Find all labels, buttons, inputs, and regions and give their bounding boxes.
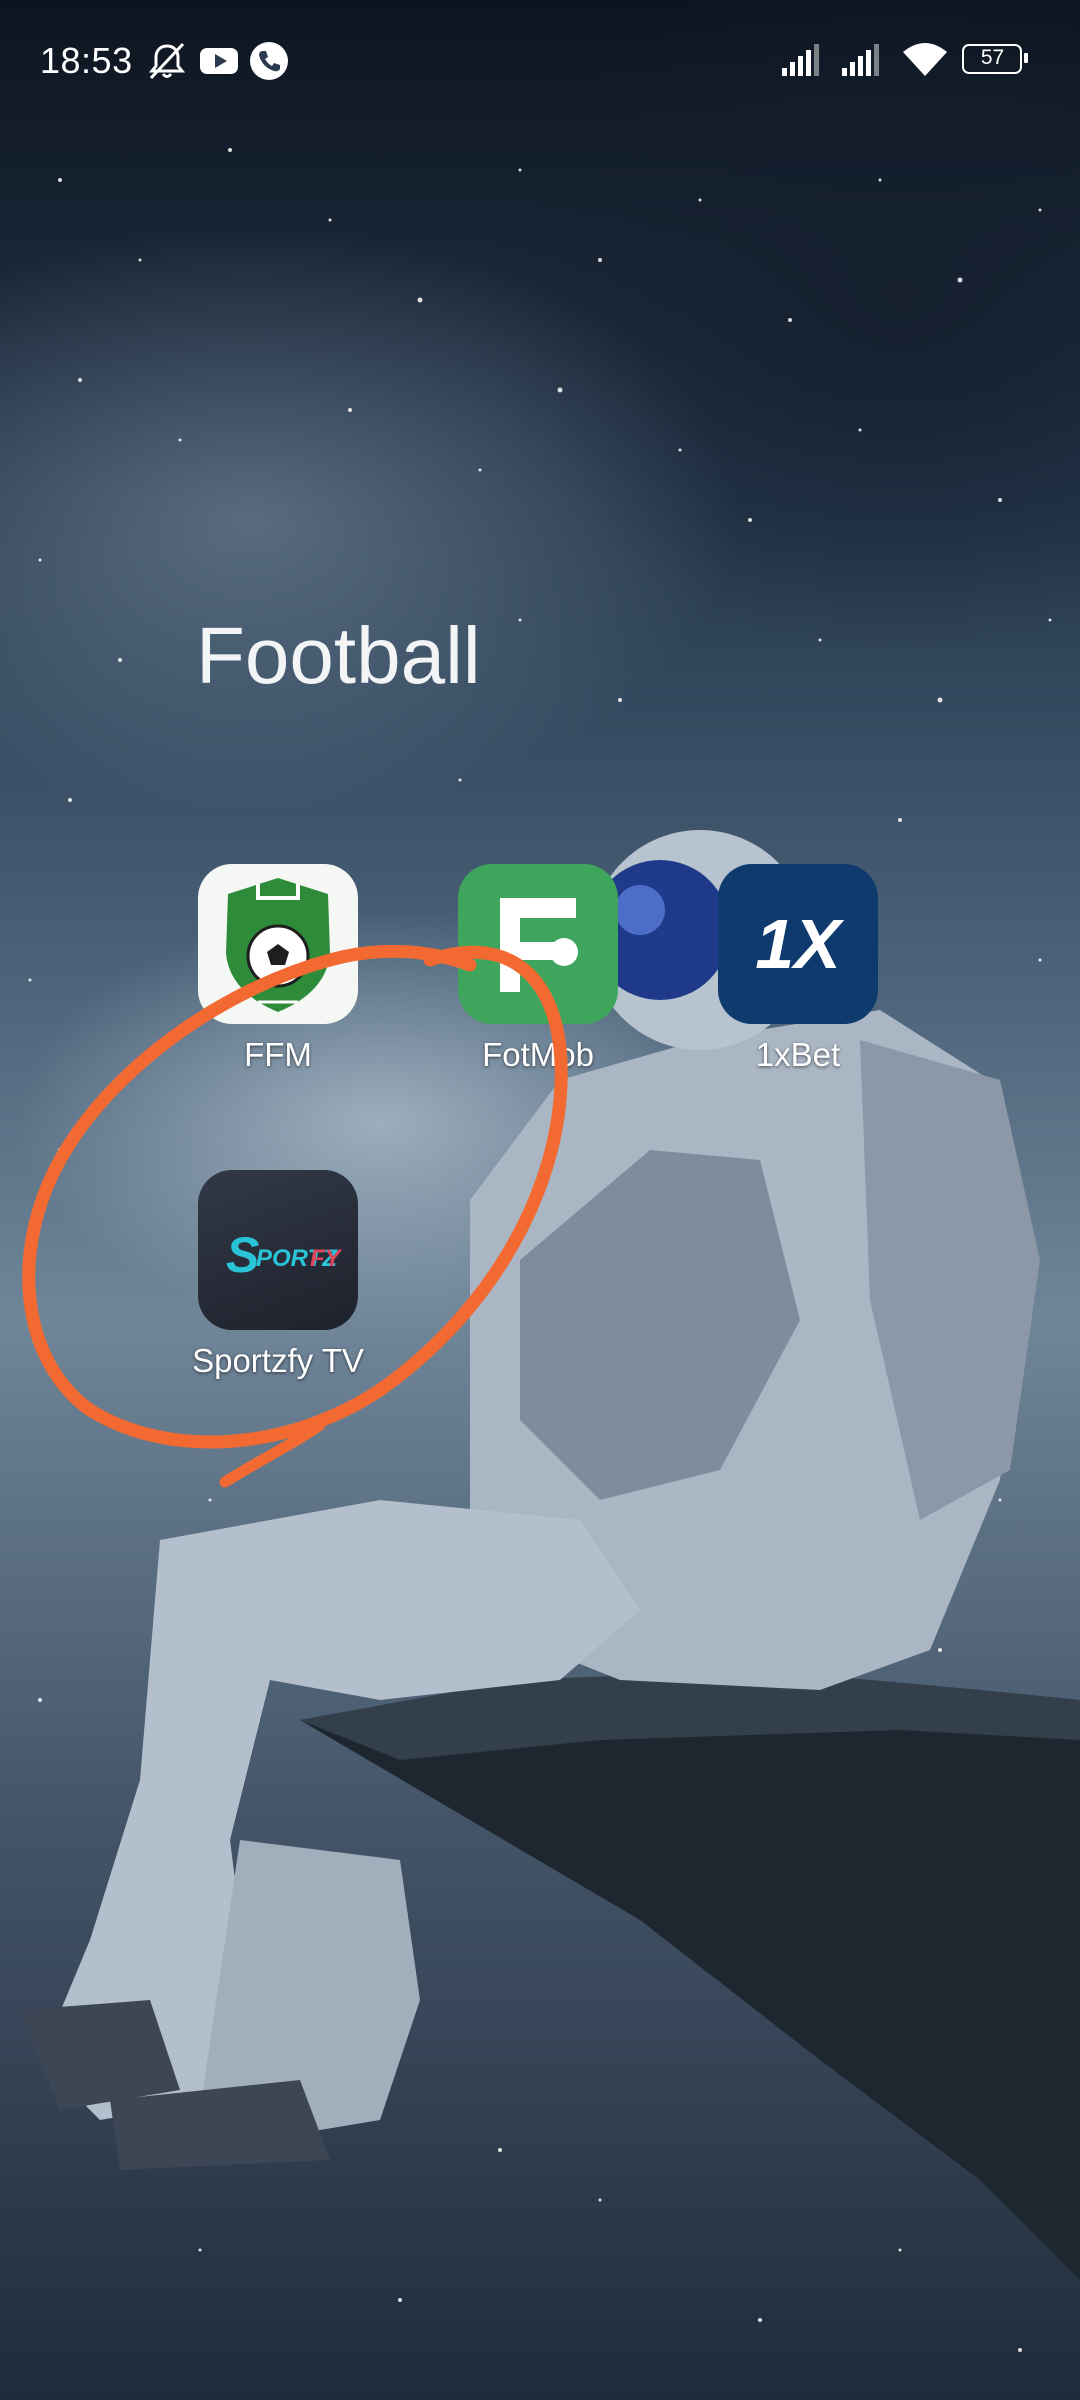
orange-circle-annotation bbox=[22, 944, 568, 1488]
